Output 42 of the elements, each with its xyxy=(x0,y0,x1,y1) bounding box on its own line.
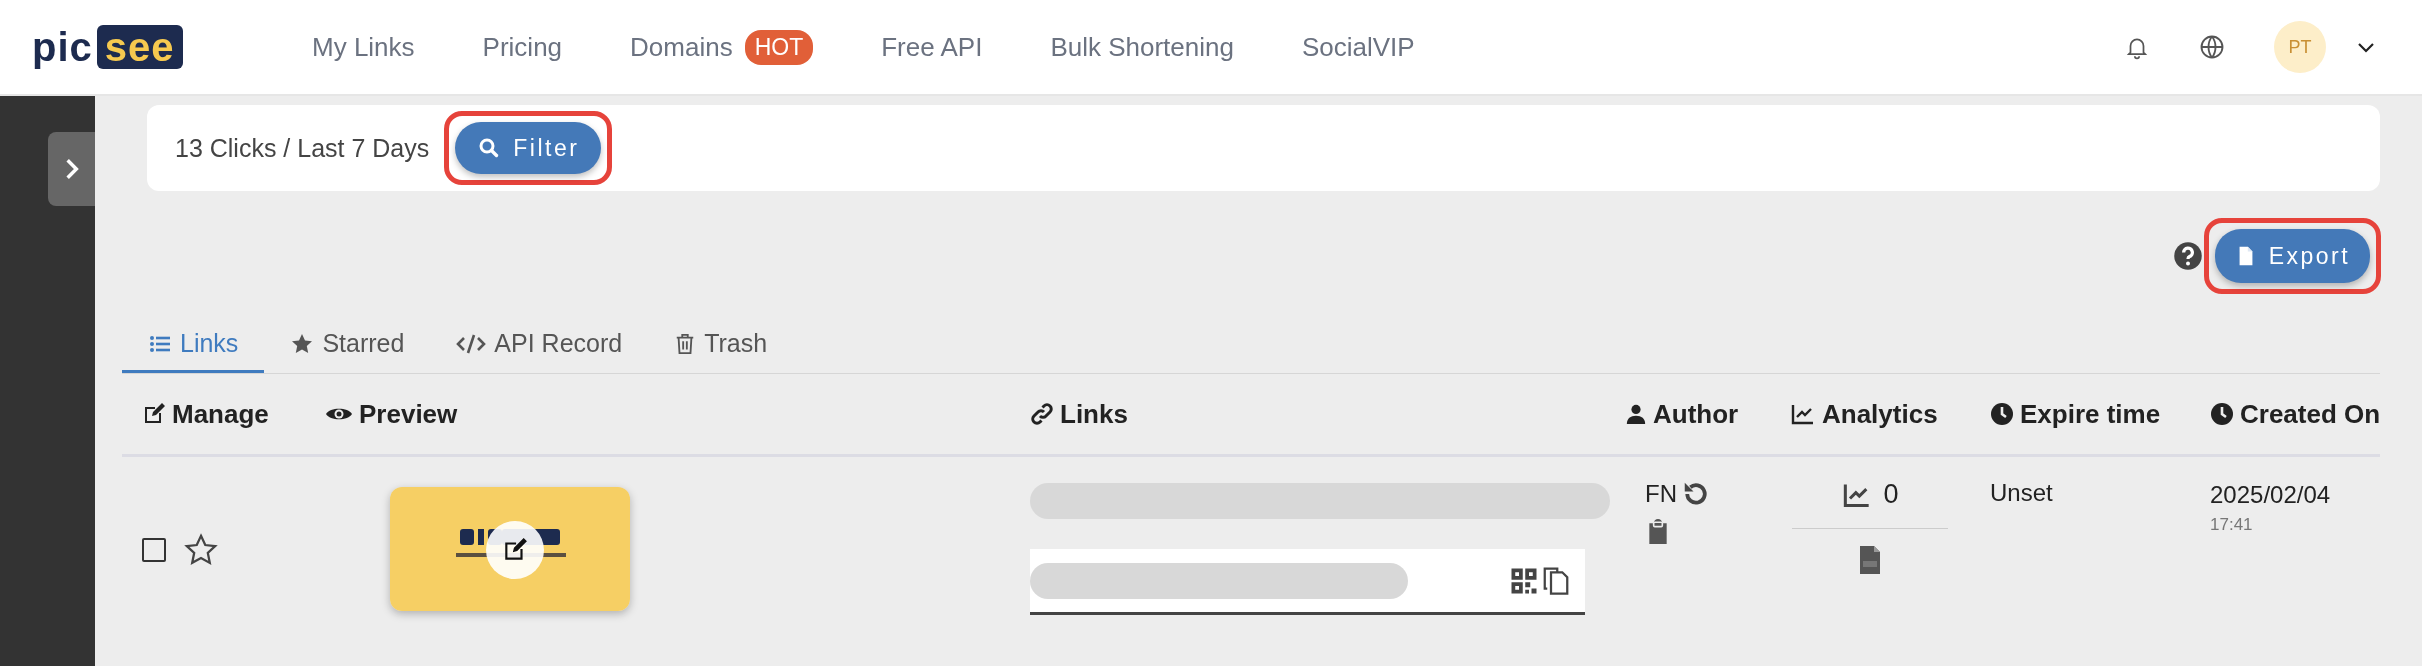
avatar[interactable]: PT xyxy=(2274,21,2326,73)
copy-icon[interactable] xyxy=(1541,565,1571,596)
csv-file-icon[interactable] xyxy=(1858,545,1882,575)
sidebar-toggle[interactable] xyxy=(48,132,95,206)
nav-link[interactable]: Free API xyxy=(881,31,983,63)
column-header: Expire time xyxy=(1990,398,2210,430)
export-button[interactable]: Export xyxy=(2214,229,2371,283)
nav-link[interactable]: Pricing xyxy=(482,31,563,63)
column-header: Analytics xyxy=(1790,398,1990,430)
column-header: Created On xyxy=(2210,398,2381,430)
nav-link[interactable]: Domains HOT xyxy=(630,29,814,65)
edit-icon xyxy=(502,537,528,563)
created-date: 2025/02/04 xyxy=(2210,481,2332,509)
row-checkbox[interactable] xyxy=(142,538,166,562)
link-icon xyxy=(1030,402,1054,426)
nav-link[interactable]: My Links xyxy=(312,31,415,63)
filter-button[interactable]: Filter xyxy=(455,122,602,174)
click-count: 0 xyxy=(1883,479,1899,510)
clock-icon xyxy=(1990,402,2014,426)
column-header: Manage xyxy=(142,398,325,430)
author-initials: FN xyxy=(1645,480,1677,508)
expire-time: Unset xyxy=(1990,479,2053,506)
created-time: 17:41 xyxy=(2210,515,2254,535)
column-header: Links xyxy=(1030,398,1625,430)
column-header: Author xyxy=(1625,398,1790,430)
edit-icon xyxy=(142,402,166,426)
summary-text: 13 Clicks / Last 7 Days xyxy=(175,133,430,163)
user-icon xyxy=(1625,402,1647,426)
help-icon[interactable] xyxy=(2172,241,2203,271)
tab[interactable]: Trash xyxy=(648,317,794,373)
clock-icon xyxy=(2210,402,2234,426)
star-icon[interactable] xyxy=(184,533,218,567)
tab[interactable]: Links xyxy=(122,317,265,373)
nav-link[interactable]: Bulk Shortening xyxy=(1050,31,1234,63)
hot-badge: HOT xyxy=(744,29,814,65)
tab[interactable]: API Record xyxy=(430,317,649,373)
tab[interactable]: Starred xyxy=(264,317,431,373)
logo[interactable]: pic see xyxy=(28,24,228,70)
nav-link[interactable]: SocialVIP xyxy=(1301,31,1415,63)
chart-icon xyxy=(1790,402,1816,426)
column-header: Preview xyxy=(325,398,1030,430)
globe-icon[interactable] xyxy=(2198,33,2226,61)
